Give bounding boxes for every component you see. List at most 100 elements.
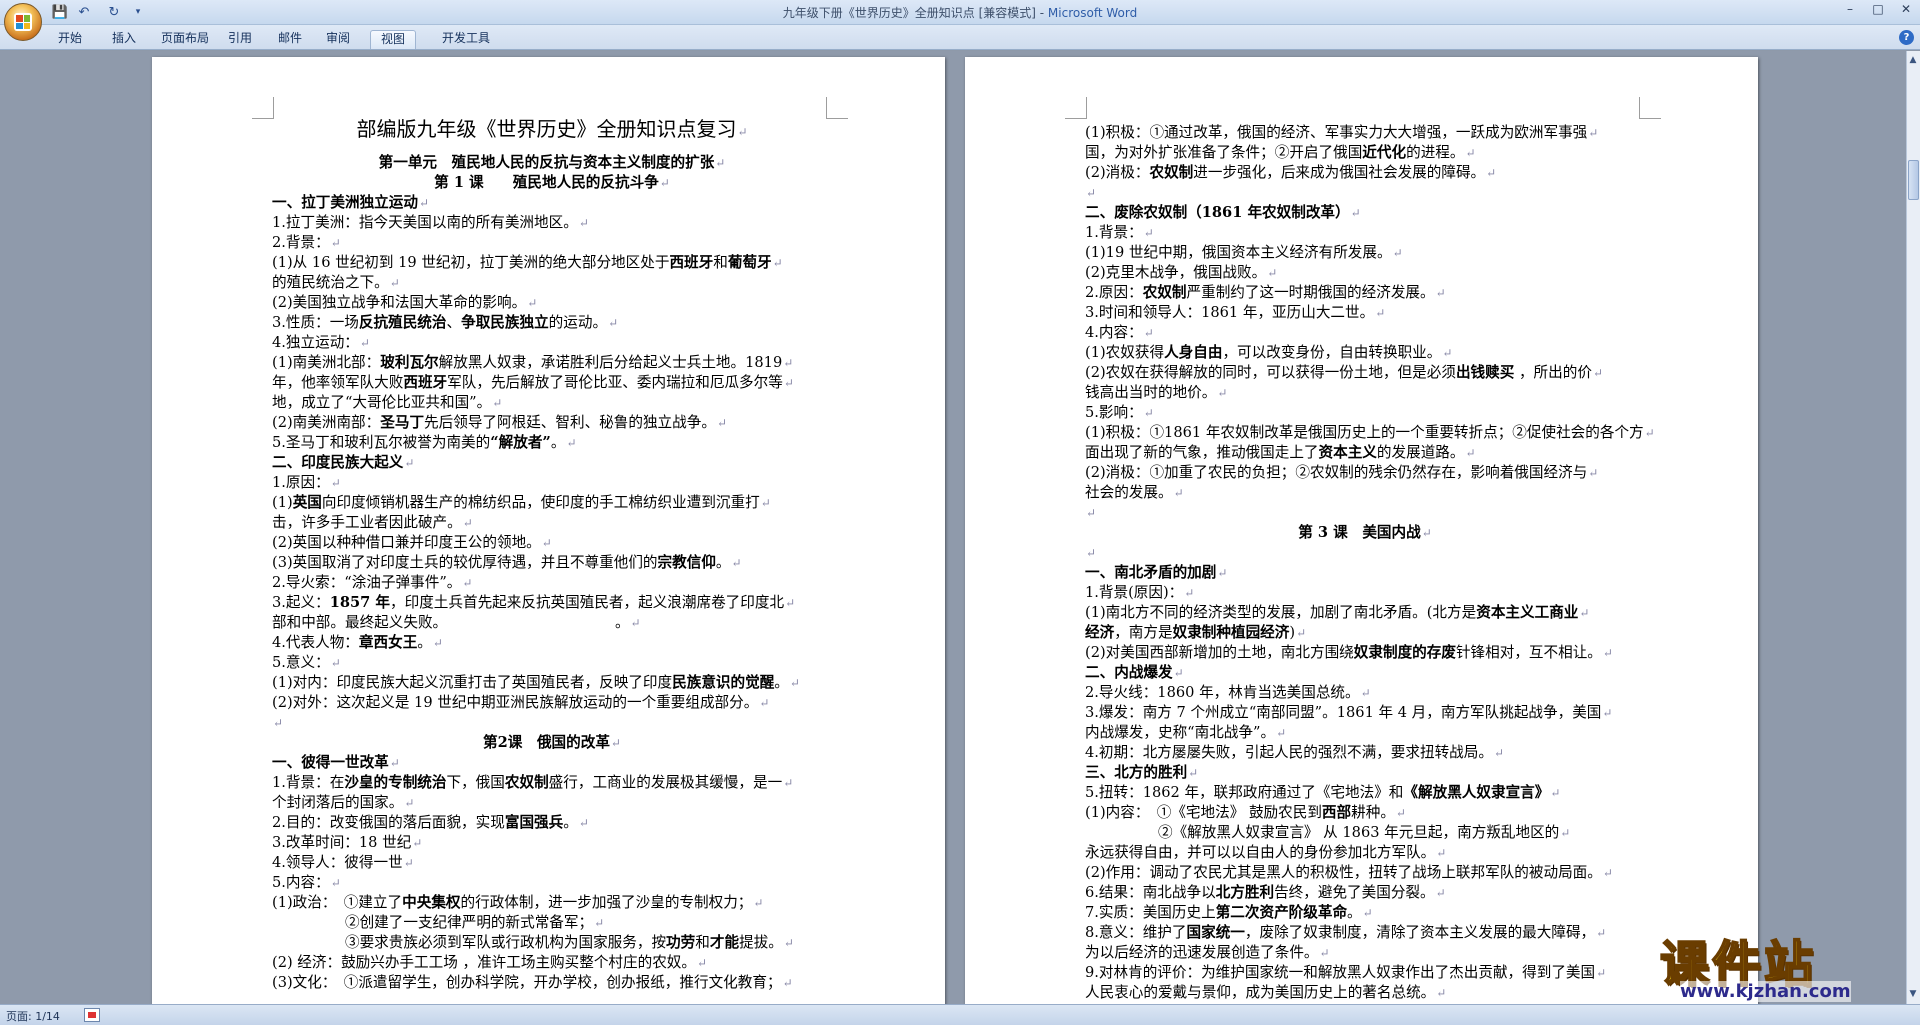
paragraph-mark-icon: ↵ <box>1550 786 1561 800</box>
save-icon[interactable]: 💾 <box>50 3 70 21</box>
paragraph-mark-icon: ↵ <box>1435 286 1446 300</box>
document-page-2[interactable]: (1)积极：①通过改革，俄国的经济、军事实力大大增强，一跃成为欧洲军事强↵ 国，为… <box>965 57 1758 1004</box>
close-button[interactable]: ✕ <box>1892 0 1920 18</box>
paragraph-line: 部和中部。最终起义失败。 。↵ <box>272 613 832 633</box>
redo-icon[interactable]: ↻ <box>104 3 124 21</box>
text-run: 严重制约了这一时期俄国的经济发展。 <box>1186 284 1435 301</box>
paragraph-mark-icon: ↵ <box>330 476 341 490</box>
text-run: 进一步强化，后来成为俄国社会发展的障碍。 <box>1193 164 1486 181</box>
text-run: 5.扭转：1862 年，联邦政府通过了《宅地法》和 <box>1085 784 1404 801</box>
text-run: 3.时间和领导人：1861 年，亚历山大二世。 <box>1085 304 1375 321</box>
paragraph-mark-icon: ↵ <box>1375 306 1386 320</box>
text-run: (1)积极：①1861 年农奴制改革是俄国历史上的一个重要转折点；②促使社会的各… <box>1085 424 1644 441</box>
text-run: 北方胜利 <box>1215 884 1275 901</box>
paragraph-line: ↵ <box>1085 183 1645 203</box>
paragraph-mark-icon: ↵ <box>1086 186 1097 200</box>
tab-4[interactable]: 邮件 <box>272 30 308 49</box>
text-run: (2)克里木战争，俄国战败。 <box>1085 264 1267 281</box>
page-1-body: 部编版九年级《世界历史》全册知识点复习↵ 第一单元 殖民地人民的反抗与资本主义制… <box>272 115 832 993</box>
text-run: (1)政治： ①建立了 <box>272 894 403 911</box>
text-run: 5.内容： <box>272 874 330 891</box>
paragraph-mark-icon: ↵ <box>527 296 538 310</box>
tab-1[interactable]: 插入 <box>104 30 144 49</box>
paragraph-line: 永远获得自由，并可以以自由人的身份参加北方军队。↵ <box>1085 843 1645 863</box>
office-button[interactable] <box>4 3 42 41</box>
undo-icon[interactable]: ↶ <box>74 3 94 21</box>
paragraph-mark-icon: ↵ <box>772 256 783 270</box>
text-run: 面出现了新的气象，推动俄国走上了 <box>1085 444 1319 461</box>
paragraph-mark-icon: ↵ <box>1493 746 1505 760</box>
paragraph-mark-icon: ↵ <box>566 436 577 450</box>
text-run: (2)对外：这次起义是 19 世纪中期亚洲民族解放运动的一个重要组成部分。 <box>272 694 759 711</box>
text-run: 的运动。 <box>548 314 608 331</box>
text-run: 1.背景：在 <box>272 774 345 791</box>
paragraph-line: 3.时间和领导人：1861 年，亚历山大二世。↵ <box>1085 303 1645 323</box>
paragraph-mark-icon: ↵ <box>1267 266 1278 280</box>
paragraph-mark-icon: ↵ <box>1644 426 1655 440</box>
tab-6[interactable]: 视图 <box>370 30 416 49</box>
text-run: 玻利瓦尔 <box>380 354 439 371</box>
scroll-up-icon[interactable]: ▲ <box>1907 54 1919 66</box>
paragraph-line: ②创建了一支纪律严明的新式常备军；↵ <box>272 913 832 933</box>
document-workspace[interactable]: 部编版九年级《世界历史》全册知识点复习↵ 第一单元 殖民地人民的反抗与资本主义制… <box>0 51 1906 1004</box>
paragraph-mark-icon: ↵ <box>753 896 764 910</box>
paragraph-mark-icon: ↵ <box>783 776 794 790</box>
text-run: 8.意义：维护了 <box>1085 924 1187 941</box>
text-run: 人身自由 <box>1164 344 1223 361</box>
text-run: 3.起义： <box>272 594 330 611</box>
text-run: 资本主义 <box>1318 444 1377 461</box>
tab-7[interactable]: 开发工具 <box>436 30 496 49</box>
paragraph-mark-icon: ↵ <box>1436 846 1447 860</box>
text-run: ) <box>1289 624 1296 641</box>
text-run: 近代化 <box>1362 144 1407 161</box>
paragraph-line: (2)农奴在获得解放的同时，可以获得一份土地，但是必须出钱赎买 ，所出的价↵ <box>1085 363 1645 383</box>
text-run: ③要求贵族必须到军队或行政机构为国家服务，按 <box>272 934 667 951</box>
tab-0[interactable]: 开始 <box>50 30 90 49</box>
paragraph-line: (1)积极：①通过改革，俄国的经济、军事实力大大增强，一跃成为欧洲军事强↵ <box>1085 123 1645 143</box>
tab-3[interactable]: 引用 <box>222 30 258 49</box>
text-run: (1) <box>272 494 293 511</box>
paragraph-line: (3)英国取消了对印度土兵的较优厚待遇，并且不尊重他们的宗教信仰。↵ <box>272 553 832 573</box>
help-icon[interactable]: ? <box>1899 30 1914 45</box>
paragraph-line: 一、拉丁美洲独立运动↵ <box>272 193 832 213</box>
paragraph-line: (1)南北方不同的经济类型的发展，加剧了南北矛盾。(北方是资本主义工商业↵ <box>1085 603 1645 623</box>
paragraph-line: 5.扭转：1862 年，联邦政府通过了《宅地法》和《解放黑人奴隶宣言》↵ <box>1085 783 1645 803</box>
text-run: 二、内战爆发 <box>1085 664 1173 681</box>
text-run: 部和中部。最终起义失败。 。 <box>272 614 630 631</box>
minimize-button[interactable]: – <box>1836 0 1864 18</box>
text-run: (3)文化： ①派遣留学生，创办科学院，开办学校，创办报纸，推行文化教育； <box>272 974 782 991</box>
paragraph-mark-icon: ↵ <box>1602 866 1613 880</box>
paragraph-line: 5.意义：↵ <box>272 653 832 673</box>
tab-5[interactable]: 审阅 <box>320 30 356 49</box>
text-run: 才能 <box>709 934 740 951</box>
scrollbar-thumb[interactable] <box>1908 160 1919 200</box>
paragraph-line: 第 3 课 美国内战↵ <box>1085 523 1645 543</box>
paragraph-line: 3.改革时间：18 世纪↵ <box>272 833 832 853</box>
maximize-button[interactable]: □ <box>1864 0 1892 18</box>
paragraph-mark-icon: ↵ <box>1596 926 1607 940</box>
paragraph-line: (1)对内：印度民族大起义沉重打击了英国殖民者，反映了印度民族意识的觉醒。↵ <box>272 673 832 693</box>
ribbon-tabs: 开始 插入 页面布局 引用 邮件 审阅 视图 开发工具 ? <box>0 25 1920 50</box>
paragraph-mark-icon: ↵ <box>1395 806 1406 820</box>
paragraph-mark-icon: ↵ <box>389 276 400 290</box>
text-run: 二、印度民族大起义 <box>272 454 404 471</box>
watermark-url: www.kjzhan.com <box>1680 981 1851 1002</box>
tab-2[interactable]: 页面布局 <box>156 30 214 49</box>
proofing-icon[interactable] <box>84 1008 100 1022</box>
paragraph-line: (2)消极：农奴制进一步强化，后来成为俄国社会发展的障碍。↵ <box>1085 163 1645 183</box>
text-run: 盛行，工商业的发展极其缓慢，是一 <box>548 774 783 791</box>
paragraph-line: 4.独立运动：↵ <box>272 333 832 353</box>
document-page-1[interactable]: 部编版九年级《世界历史》全册知识点复习↵ 第一单元 殖民地人民的反抗与资本主义制… <box>152 57 945 1004</box>
text-run: ，印度土兵首先起来反抗英国殖民者，起义浪潮席卷了印度北 <box>390 594 785 611</box>
paragraph-line: (1)农奴获得人身自由，可以改变身份，自由转换职业。↵ <box>1085 343 1645 363</box>
text-run: 反抗殖民统治 <box>358 314 447 331</box>
paragraph-mark-icon: ↵ <box>716 416 727 430</box>
page-counter[interactable]: 页面: 1/14 <box>6 1008 60 1024</box>
paragraph-line: (2) 经济：鼓励兴办手工工场 ，准许工场主购买整个村庄的农奴。↵ <box>272 953 832 973</box>
paragraph-mark-icon: ↵ <box>432 636 443 650</box>
paragraph-line: 内战爆发，史称“南北战争”。↵ <box>1085 723 1645 743</box>
paragraph-line: (2)消极：①加重了农民的负担；②农奴制的残余仍然存在，影响着俄国经济与↵ <box>1085 463 1645 483</box>
paragraph-line: 1.背景：在沙皇的专制统治下，俄国农奴制盛行，工商业的发展极其缓慢，是一↵ <box>272 773 832 793</box>
customize-qat-icon[interactable]: ▾ <box>132 3 144 21</box>
site-watermark-logo: 课件站 www.kjzhan.com <box>1659 925 1910 1003</box>
